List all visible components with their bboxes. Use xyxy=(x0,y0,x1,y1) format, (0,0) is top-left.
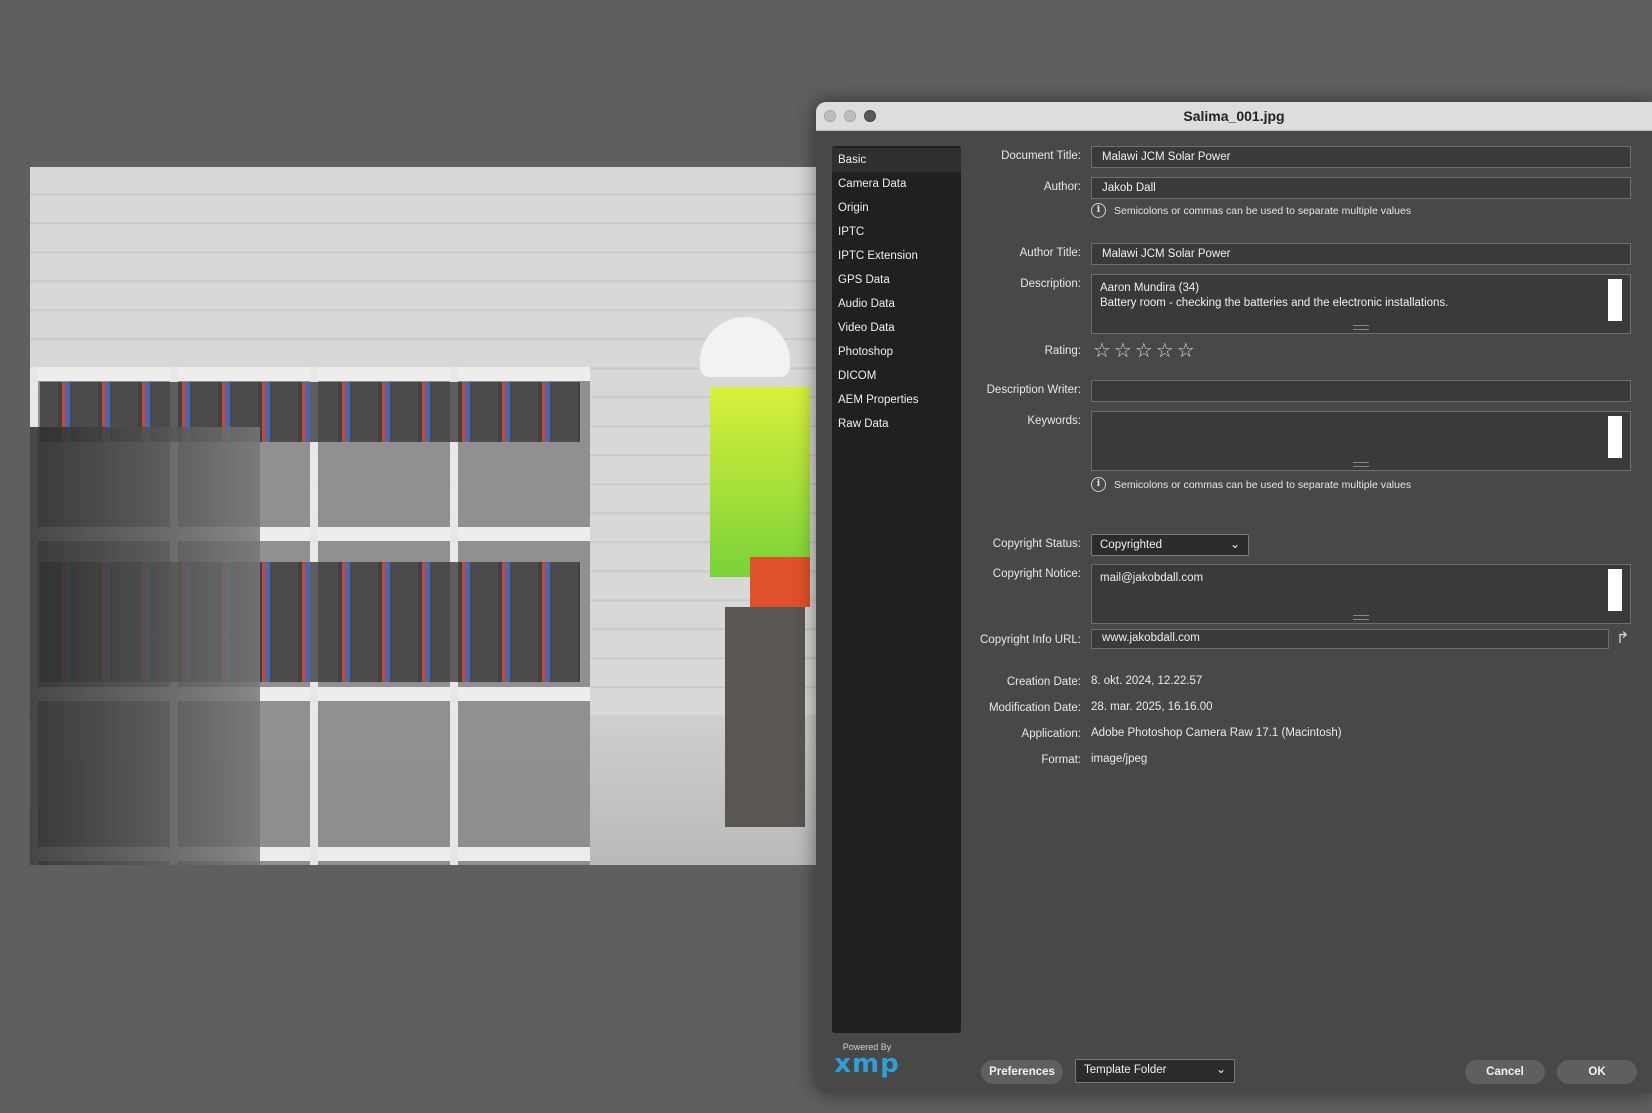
copyright-notice-scrollbar[interactable] xyxy=(1608,569,1622,611)
keywords-scrollbar[interactable] xyxy=(1608,416,1622,458)
rating-stars[interactable]: ☆☆☆☆☆ xyxy=(1093,338,1198,363)
sidebar-item-iptc[interactable]: IPTC xyxy=(832,220,961,244)
copyright-notice-resize-grip[interactable] xyxy=(1353,615,1369,620)
share-arrow-icon[interactable]: ↱ xyxy=(1616,628,1629,648)
keywords-label: Keywords: xyxy=(1027,415,1081,427)
document-title-label: Document Title: xyxy=(1001,150,1081,162)
keywords-field[interactable] xyxy=(1091,411,1631,471)
copyright-status-value: Copyrighted xyxy=(1100,539,1163,551)
author-field[interactable]: Jakob Dall xyxy=(1091,177,1631,199)
sidebar-item-video-data[interactable]: Video Data xyxy=(832,316,961,340)
chevron-down-icon: ⌄ xyxy=(1229,537,1240,551)
photo-vest-orange xyxy=(750,557,810,607)
photo-worker xyxy=(690,317,810,837)
format-value: image/jpeg xyxy=(1091,753,1148,765)
preferences-button[interactable]: Preferences xyxy=(981,1060,1063,1084)
description-field[interactable]: Aaron Mundira (34) Battery room - checki… xyxy=(1091,274,1631,334)
sidebar-item-audio-data[interactable]: Audio Data xyxy=(832,292,961,316)
info-icon: i xyxy=(1091,203,1106,218)
rating-label: Rating: xyxy=(1044,345,1081,357)
copyright-info-url-label: Copyright Info URL: xyxy=(980,634,1081,646)
copyright-status-label: Copyright Status: xyxy=(992,538,1081,550)
close-window-button[interactable] xyxy=(824,110,836,122)
description-writer-field[interactable] xyxy=(1091,380,1631,402)
photo-helmet xyxy=(700,317,790,377)
author-label: Author: xyxy=(1043,181,1081,193)
photo-vest xyxy=(710,387,810,577)
description-label: Description: xyxy=(1020,278,1081,290)
description-resize-grip[interactable] xyxy=(1353,325,1369,330)
modification-date-label: Modification Date: xyxy=(988,702,1081,714)
zoom-window-button[interactable] xyxy=(864,110,876,122)
sidebar-item-origin[interactable]: Origin xyxy=(832,196,961,220)
template-folder-dropdown[interactable]: Template Folder ⌄ xyxy=(1075,1059,1235,1083)
application-label: Application: xyxy=(1021,728,1081,740)
photo-foreground-equipment xyxy=(30,427,260,865)
description-line-1: Aaron Mundira (34) xyxy=(1100,282,1200,294)
window-controls xyxy=(824,110,876,122)
description-line-2: Battery room - checking the batteries an… xyxy=(1100,297,1449,309)
creation-date-value: 8. okt. 2024, 12.22.57 xyxy=(1091,675,1203,687)
author-hint-text: Semicolons or commas can be used to sepa… xyxy=(1114,204,1412,217)
title-bar: Salima_001.jpg xyxy=(816,102,1652,131)
minimize-window-button[interactable] xyxy=(844,110,856,122)
copyright-notice-value: mail@jakobdall.com xyxy=(1100,572,1204,584)
ok-button[interactable]: OK xyxy=(1557,1060,1637,1084)
info-icon: i xyxy=(1091,477,1106,492)
author-hint: i Semicolons or commas can be used to se… xyxy=(1091,203,1411,218)
application-value: Adobe Photoshop Camera Raw 17.1 (Macinto… xyxy=(1091,727,1342,739)
copyright-notice-field[interactable]: mail@jakobdall.com xyxy=(1091,564,1631,624)
document-title-field[interactable]: Malawi JCM Solar Power xyxy=(1091,146,1631,168)
author-title-field[interactable]: Malawi JCM Solar Power xyxy=(1091,243,1631,265)
copyright-status-dropdown[interactable]: Copyrighted ⌄ xyxy=(1091,534,1249,556)
description-scrollbar[interactable] xyxy=(1608,279,1622,321)
format-label: Format: xyxy=(1041,754,1081,766)
copyright-info-url-field[interactable]: www.jakobdall.com xyxy=(1091,629,1609,649)
xmp-branding: Powered By xmp xyxy=(832,1042,902,1079)
modification-date-value: 28. mar. 2025, 16.16.00 xyxy=(1091,701,1213,713)
window-title: Salima_001.jpg xyxy=(1183,108,1285,124)
cancel-button[interactable]: Cancel xyxy=(1465,1060,1545,1084)
photo-pants xyxy=(725,607,805,827)
keywords-hint-text: Semicolons or commas can be used to sepa… xyxy=(1114,478,1412,491)
description-writer-label: Description Writer: xyxy=(986,384,1081,396)
keywords-hint: i Semicolons or commas can be used to se… xyxy=(1091,477,1411,492)
template-folder-label: Template Folder xyxy=(1084,1064,1167,1076)
copyright-notice-label: Copyright Notice: xyxy=(992,568,1081,580)
creation-date-label: Creation Date: xyxy=(1006,676,1081,688)
chevron-down-icon: ⌄ xyxy=(1215,1062,1226,1076)
file-info-dialog: Salima_001.jpg Basic Camera Data Origin … xyxy=(816,102,1652,1093)
author-title-label: Author Title: xyxy=(1019,247,1081,259)
keywords-resize-grip[interactable] xyxy=(1353,462,1369,467)
preview-photo xyxy=(30,167,816,865)
xmp-logo: xmp xyxy=(834,1049,900,1079)
